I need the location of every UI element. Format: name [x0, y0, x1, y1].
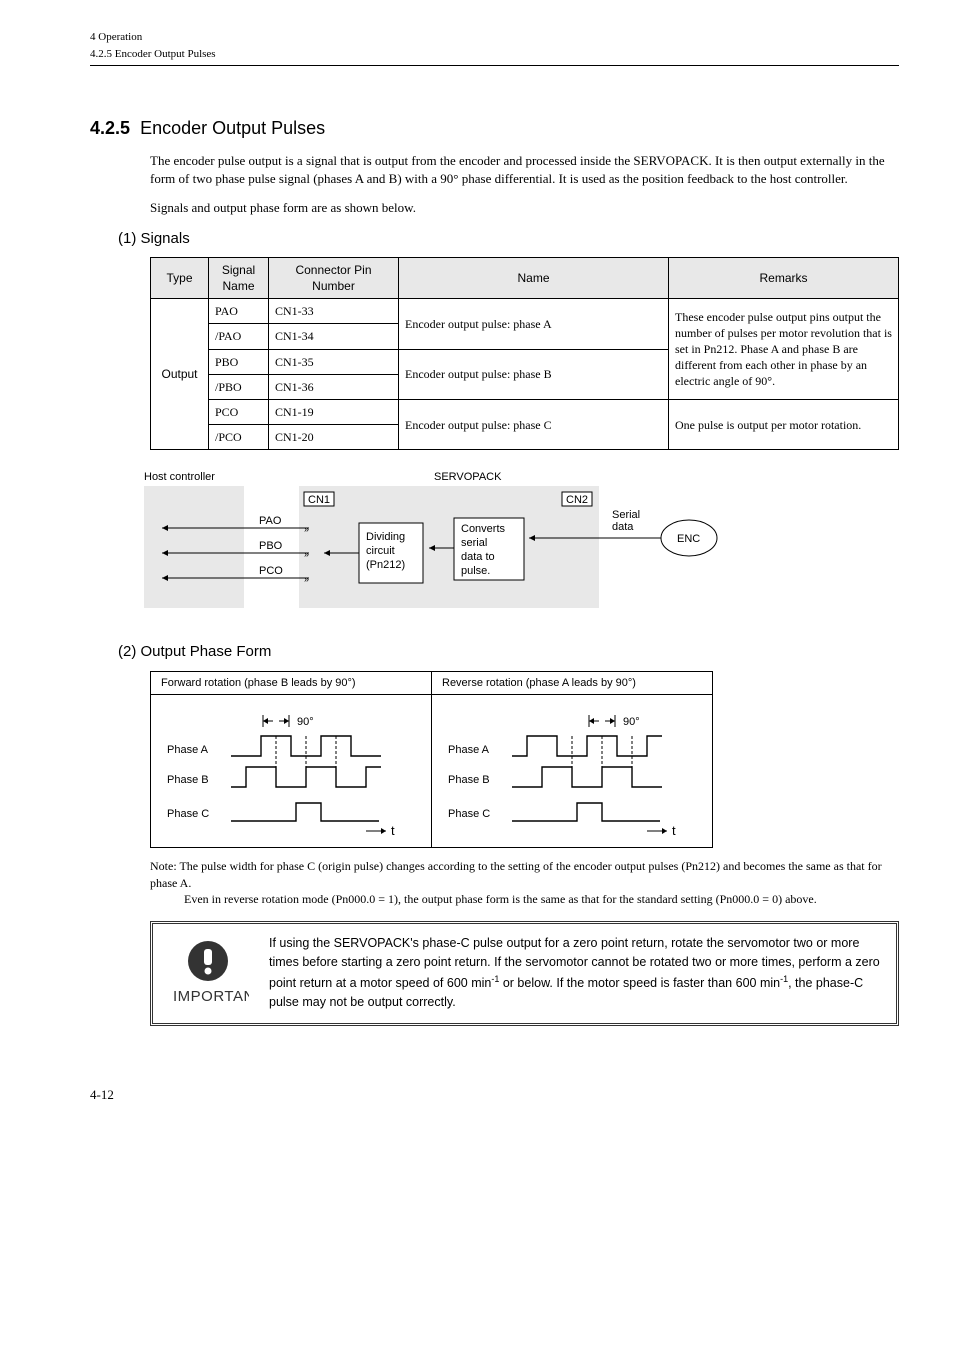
conn-cell: CN1-35: [269, 349, 399, 374]
svg-text:»: »: [304, 574, 309, 584]
label-enc: ENC: [677, 533, 700, 545]
header-section: 4.2.5 Encoder Output Pulses: [90, 47, 899, 66]
conn-cell: CN1-36: [269, 374, 399, 399]
type-cell: Output: [151, 299, 209, 450]
important-label: IMPORTANT: [173, 988, 249, 1005]
conn-cell: CN1-33: [269, 299, 399, 324]
important-icon: IMPORTANT: [167, 937, 249, 1009]
note-label: Note:: [150, 859, 177, 873]
intro-para-1: The encoder pulse output is a signal tha…: [150, 152, 899, 187]
phase-b-label: Phase B: [167, 774, 209, 786]
signal-cell: PAO: [209, 299, 269, 324]
label-pao: PAO: [259, 515, 282, 527]
important-text: If using the SERVOPACK's phase-C pulse o…: [269, 934, 882, 1013]
remarks-cell: One pulse is output per motor rotation.: [669, 400, 899, 450]
intro-para-2: Signals and output phase form are as sho…: [150, 199, 899, 217]
table-row: PCO CN1-19 Encoder output pulse: phase C…: [151, 400, 899, 425]
phase-b-label: Phase B: [448, 774, 490, 786]
t-label: t: [391, 823, 395, 838]
fwd-header: Forward rotation (phase B leads by 90°): [151, 671, 432, 695]
signal-cell: /PCO: [209, 425, 269, 450]
deg-label: 90°: [623, 716, 640, 728]
label-pco: PCO: [259, 565, 283, 577]
label-cn2: CN2: [566, 494, 588, 506]
signal-cell: PCO: [209, 400, 269, 425]
phase-table: Forward rotation (phase B leads by 90°) …: [150, 671, 713, 849]
label-divide: Dividing: [366, 531, 405, 543]
label-conv3: data to: [461, 551, 495, 563]
important-box: IMPORTANT If using the SERVOPACK's phase…: [150, 921, 899, 1026]
th-signal: Signal Name: [209, 257, 269, 298]
signal-cell: PBO: [209, 349, 269, 374]
note-line1: The pulse width for phase C (origin puls…: [150, 859, 882, 889]
label-divide2: circuit: [366, 545, 395, 557]
phase-subtitle: (2) Output Phase Form: [118, 642, 899, 662]
name-cell: Encoder output pulse: phase B: [399, 349, 669, 399]
name-cell: Encoder output pulse: phase C: [399, 400, 669, 450]
label-serial1: Serial: [612, 509, 640, 521]
signal-cell: /PBO: [209, 374, 269, 399]
section-title: 4.2.5 Encoder Output Pulses: [90, 116, 899, 140]
rev-header: Reverse rotation (phase A leads by 90°): [432, 671, 713, 695]
conn-cell: CN1-20: [269, 425, 399, 450]
label-conv4: pulse.: [461, 565, 490, 577]
phase-a-label: Phase A: [167, 744, 209, 756]
th-name: Name: [399, 257, 669, 298]
label-cn1: CN1: [308, 494, 330, 506]
signals-subtitle: (1) Signals: [118, 229, 899, 249]
signal-cell: /PAO: [209, 324, 269, 349]
label-pbo: PBO: [259, 540, 283, 552]
table-row: Output PAO CN1-33 Encoder output pulse: …: [151, 299, 899, 324]
name-cell: Encoder output pulse: phase A: [399, 299, 669, 349]
th-type: Type: [151, 257, 209, 298]
note-line2: Even in reverse rotation mode (Pn000.0 =…: [184, 891, 899, 907]
conn-cell: CN1-19: [269, 400, 399, 425]
conn-cell: CN1-34: [269, 324, 399, 349]
th-remarks: Remarks: [669, 257, 899, 298]
label-host: Host controller: [144, 471, 215, 483]
label-serial2: data: [612, 521, 634, 533]
label-servopack: SERVOPACK: [434, 471, 502, 483]
phase-c-label: Phase C: [448, 808, 490, 820]
phase-c-label: Phase C: [167, 808, 209, 820]
th-connector: Connector Pin Number: [269, 257, 399, 298]
block-diagram: Host controller SERVOPACK CN1 CN2 PAO PB…: [144, 468, 899, 618]
phase-a-label: Phase A: [448, 744, 490, 756]
svg-text:»: »: [304, 549, 309, 559]
rev-diagram: 90° Phase A Phase B Phase C t: [432, 695, 713, 848]
signals-table: Type Signal Name Connector Pin Number Na…: [150, 257, 899, 451]
t-label: t: [672, 823, 676, 838]
section-heading: Encoder Output Pulses: [140, 118, 325, 138]
svg-text:»: »: [304, 524, 309, 534]
label-divide3: (Pn212): [366, 559, 405, 571]
header-chapter: 4 Operation: [90, 30, 899, 45]
deg-label: 90°: [297, 716, 314, 728]
label-conv2: serial: [461, 537, 487, 549]
fwd-diagram: 90° Phase A Phase B Phase C: [151, 695, 432, 848]
section-number: 4.2.5: [90, 118, 130, 138]
note-block: Note: The pulse width for phase C (origi…: [150, 858, 899, 907]
remarks-cell: These encoder pulse output pins output t…: [669, 299, 899, 400]
label-conv1: Converts: [461, 523, 506, 535]
page-number: 4-12: [90, 1086, 114, 1104]
